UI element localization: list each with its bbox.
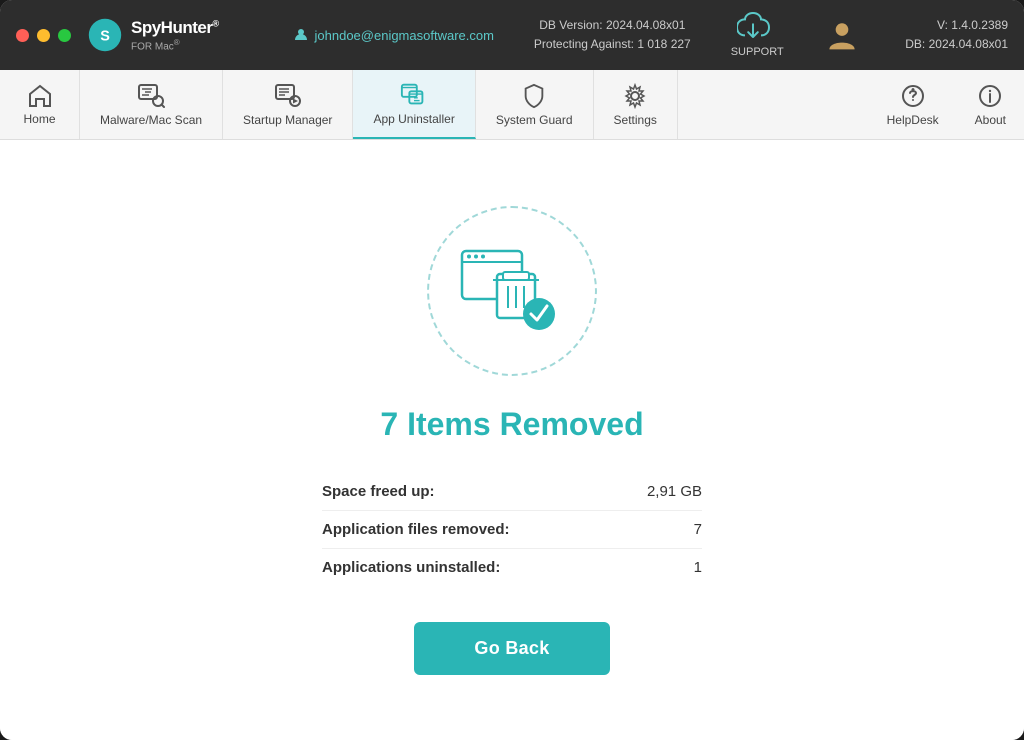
nav-label-app-uninstaller: App Uninstaller [373, 112, 454, 126]
about-icon [977, 83, 1003, 109]
logo-text: SpyHunter® FOR Mac® [131, 18, 219, 52]
protecting-count: 1 018 227 [637, 37, 690, 51]
nav-label-about: About [975, 113, 1006, 127]
nav-label-settings: Settings [614, 113, 657, 127]
nav-label-system-guard: System Guard [496, 113, 573, 127]
stats-table: Space freed up: 2,91 GB Application file… [322, 473, 702, 586]
db-version-value: 2024.04.08x01 [606, 18, 685, 32]
nav-item-system-guard[interactable]: System Guard [476, 70, 594, 139]
close-button[interactable] [16, 29, 29, 42]
nav-item-about[interactable]: About [957, 70, 1024, 139]
app-uninstaller-icon [400, 82, 428, 108]
minimize-button[interactable] [37, 29, 50, 42]
support-button[interactable]: SUPPORT [731, 12, 784, 58]
cloud-download-icon [737, 12, 777, 42]
result-title: 7 Items Removed [380, 406, 643, 443]
traffic-lights [16, 29, 71, 42]
startup-manager-icon [274, 83, 302, 109]
nav-item-malware-scan[interactable]: Malware/Mac Scan [80, 70, 223, 139]
protecting-label: Protecting Against: [534, 37, 634, 51]
stat-value-space: 2,91 GB [647, 483, 702, 500]
stat-row-apps: Applications uninstalled: 1 [322, 549, 702, 586]
nav-label-startup-manager: Startup Manager [243, 113, 332, 127]
app-window: S SpyHunter® FOR Mac® johndoe@enigmasoft… [0, 0, 1024, 740]
titlebar: S SpyHunter® FOR Mac® johndoe@enigmasoft… [0, 0, 1024, 70]
nav-label-home: Home [23, 112, 55, 126]
stat-value-files: 7 [694, 521, 702, 538]
nav-item-app-uninstaller[interactable]: App Uninstaller [353, 70, 475, 139]
stat-row-files: Application files removed: 7 [322, 511, 702, 549]
nav-label-malware-scan: Malware/Mac Scan [100, 113, 202, 127]
db-right-value: 2024.04.08x01 [929, 37, 1008, 51]
version-label: V: [937, 18, 948, 32]
nav-item-settings[interactable]: Settings [594, 70, 678, 139]
stat-label-apps: Applications uninstalled: [322, 559, 500, 576]
db-right-label: DB: [905, 37, 925, 51]
db-version-label: DB Version: [539, 18, 602, 32]
nav-spacer [678, 70, 869, 139]
spyhunter-logo-icon: S [87, 17, 123, 53]
stat-label-space: Space freed up: [322, 483, 435, 500]
nav-item-helpdesk[interactable]: HelpDesk [869, 70, 957, 139]
nav-item-startup-manager[interactable]: Startup Manager [223, 70, 353, 139]
maximize-button[interactable] [58, 29, 71, 42]
user-icon [293, 27, 309, 43]
stat-label-files: Application files removed: [322, 521, 510, 538]
version-value: 1.4.0.2389 [951, 18, 1008, 32]
home-icon [27, 84, 53, 108]
main-content: 7 Items Removed Space freed up: 2,91 GB … [0, 140, 1024, 740]
stat-value-apps: 1 [694, 559, 702, 576]
nav-item-home[interactable]: Home [0, 70, 80, 139]
result-icon-wrapper [427, 206, 597, 376]
system-guard-icon [521, 83, 547, 109]
navbar: Home Malware/Mac Scan [0, 70, 1024, 140]
uninstall-complete-icon [457, 246, 567, 336]
logo-area: S SpyHunter® FOR Mac® [87, 17, 247, 53]
user-info: johndoe@enigmasoftware.com [293, 27, 494, 43]
malware-scan-icon [137, 83, 165, 109]
go-back-button[interactable]: Go Back [414, 622, 609, 675]
stat-row-space: Space freed up: 2,91 GB [322, 473, 702, 511]
support-person-icon [824, 17, 860, 53]
db-info: DB Version: 2024.04.08x01 Protecting Aga… [534, 16, 691, 54]
support-label: SUPPORT [731, 46, 784, 58]
settings-icon [622, 83, 648, 109]
titlebar-center: johndoe@enigmasoftware.com DB Version: 2… [247, 12, 905, 58]
helpdesk-icon [900, 83, 926, 109]
version-info: V: 1.4.0.2389 DB: 2024.04.08x01 [905, 16, 1008, 54]
svg-text:S: S [100, 28, 110, 44]
nav-label-helpdesk: HelpDesk [887, 113, 939, 127]
user-email: johndoe@enigmasoftware.com [315, 28, 494, 43]
